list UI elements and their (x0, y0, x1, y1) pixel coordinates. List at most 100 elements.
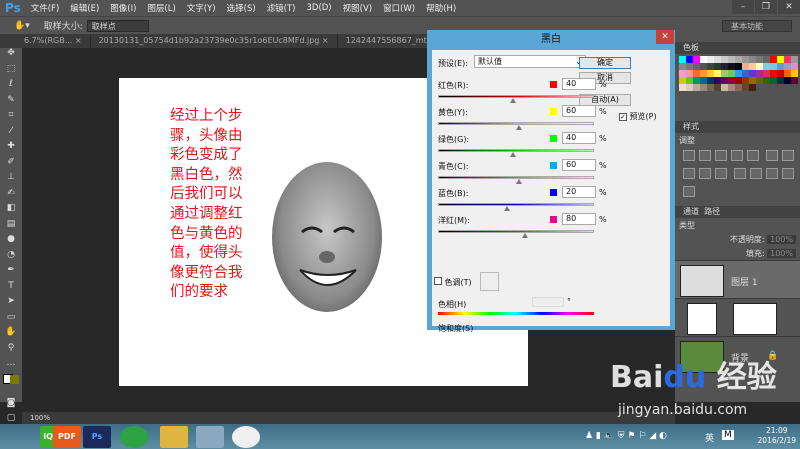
preview-checkbox[interactable]: ✓ 预览(P) (619, 111, 657, 122)
color-swatch[interactable] (777, 63, 784, 70)
layer-row[interactable]: 图层 1 (675, 260, 800, 298)
slider-thumb[interactable] (509, 152, 516, 157)
color-swatch[interactable] (728, 70, 735, 77)
layer-filter-kind[interactable]: 类型 (675, 218, 800, 232)
quick-mask-icon[interactable]: ◙ (0, 398, 22, 414)
color-swatch[interactable] (679, 84, 686, 91)
zoom-level[interactable]: 100% (30, 414, 50, 422)
dialog-close-button[interactable]: ✕ (656, 30, 674, 44)
color-swatch[interactable] (784, 63, 791, 70)
hue-saturation-icon[interactable] (765, 150, 778, 161)
color-swatch[interactable] (777, 70, 784, 77)
pdf-app-icon[interactable]: PDF (53, 426, 81, 448)
color-swatch[interactable] (749, 70, 756, 77)
slider-track[interactable] (438, 149, 594, 152)
hue-input[interactable] (532, 297, 564, 307)
slider-value-input[interactable]: 40 (562, 132, 596, 144)
slider-track[interactable] (438, 230, 594, 233)
hand-tool-icon[interactable]: ✋ (0, 327, 22, 343)
stamp-tool-icon[interactable]: ⊥ (0, 172, 22, 188)
slider-track[interactable] (438, 95, 594, 98)
color-swatch[interactable] (721, 84, 728, 91)
color-swatch[interactable] (770, 56, 777, 63)
color-swatch[interactable] (735, 56, 742, 63)
color-swatch[interactable] (693, 77, 700, 84)
color-balance-icon[interactable] (781, 150, 794, 161)
color-swatch[interactable] (700, 56, 707, 63)
color-swatch[interactable] (784, 70, 791, 77)
color-swatch[interactable] (791, 70, 798, 77)
posterize-icon[interactable] (749, 168, 762, 179)
color-swatch[interactable] (770, 70, 777, 77)
lasso-tool-icon[interactable]: ℓ (0, 79, 22, 95)
color-swatch[interactable] (728, 63, 735, 70)
color-swatch[interactable] (679, 77, 686, 84)
brush-tool-icon[interactable]: ✐ (0, 157, 22, 173)
ok-button[interactable]: 确定 (579, 57, 631, 69)
color-swatch[interactable] (728, 77, 735, 84)
color-swatch[interactable] (686, 84, 693, 91)
color-swatch-icon[interactable] (0, 373, 22, 398)
color-swatch[interactable] (686, 77, 693, 84)
color-swatch[interactable] (721, 70, 728, 77)
history-brush-icon[interactable]: ✍ (0, 188, 22, 204)
clock[interactable]: 21:09 2016/2/19 (758, 426, 796, 446)
minimize-button[interactable]: – (732, 0, 754, 14)
color-swatch[interactable] (749, 63, 756, 70)
color-swatch[interactable] (756, 56, 763, 63)
color-swatch[interactable] (679, 70, 686, 77)
color-swatch[interactable] (763, 77, 770, 84)
gradient-tool-icon[interactable]: ▤ (0, 219, 22, 235)
color-swatch[interactable] (756, 63, 763, 70)
color-swatch[interactable] (735, 84, 742, 91)
marquee-tool-icon[interactable]: ⬚ (0, 64, 22, 80)
hand-tool-icon[interactable]: ✋▾ (14, 21, 30, 31)
color-swatch[interactable] (784, 56, 791, 63)
slider-value-input[interactable]: 60 (562, 105, 596, 117)
close-button[interactable]: ✕ (778, 0, 800, 14)
color-swatch[interactable] (721, 56, 728, 63)
menu-view[interactable]: 视图(V) (343, 2, 372, 14)
color-swatch[interactable] (693, 70, 700, 77)
slider-track[interactable] (438, 203, 594, 206)
blur-tool-icon[interactable]: ● (0, 234, 22, 250)
keyboard-icon[interactable]: M (722, 430, 734, 440)
color-swatch[interactable] (728, 84, 735, 91)
color-swatch[interactable] (770, 77, 777, 84)
channel-mixer-icon[interactable] (715, 168, 727, 179)
black-white-icon[interactable] (683, 168, 695, 179)
slider-thumb[interactable] (503, 206, 510, 211)
color-swatch[interactable] (693, 63, 700, 70)
slider-thumb[interactable] (516, 125, 523, 130)
color-swatch[interactable] (756, 77, 763, 84)
adjustment-layer-row[interactable] (675, 298, 800, 336)
menu-window[interactable]: 窗口(W) (383, 2, 415, 14)
color-swatch[interactable] (679, 63, 686, 70)
restore-button[interactable]: ❐ (755, 0, 777, 14)
color-swatch[interactable] (749, 84, 756, 91)
vibrance-icon[interactable] (747, 150, 759, 161)
color-swatch[interactable] (700, 63, 707, 70)
slider-thumb[interactable] (522, 233, 529, 238)
color-swatch[interactable] (714, 77, 721, 84)
brightness-icon[interactable] (683, 150, 695, 161)
color-swatch[interactable] (700, 77, 707, 84)
color-swatch[interactable] (707, 56, 714, 63)
opacity-input[interactable]: 100% (767, 235, 796, 244)
color-swatch[interactable] (770, 63, 777, 70)
photoshop-app-icon[interactable]: Ps (83, 426, 111, 448)
color-swatch[interactable] (714, 56, 721, 63)
color-swatch[interactable] (686, 70, 693, 77)
quick-select-tool-icon[interactable]: ✎ (0, 95, 22, 111)
paint-app-icon[interactable] (196, 426, 224, 448)
color-swatch[interactable] (742, 84, 749, 91)
color-swatch[interactable] (777, 77, 784, 84)
dodge-tool-icon[interactable]: ◔ (0, 250, 22, 266)
exposure-icon[interactable] (731, 150, 743, 161)
color-swatch[interactable] (686, 56, 693, 63)
color-swatch[interactable] (742, 63, 749, 70)
crop-tool-icon[interactable]: ⌗ (0, 110, 22, 126)
tint-checkbox[interactable]: 色调(T) (434, 277, 472, 288)
menu-layer[interactable]: 图层(L) (147, 2, 175, 14)
eraser-tool-icon[interactable]: ◧ (0, 203, 22, 219)
